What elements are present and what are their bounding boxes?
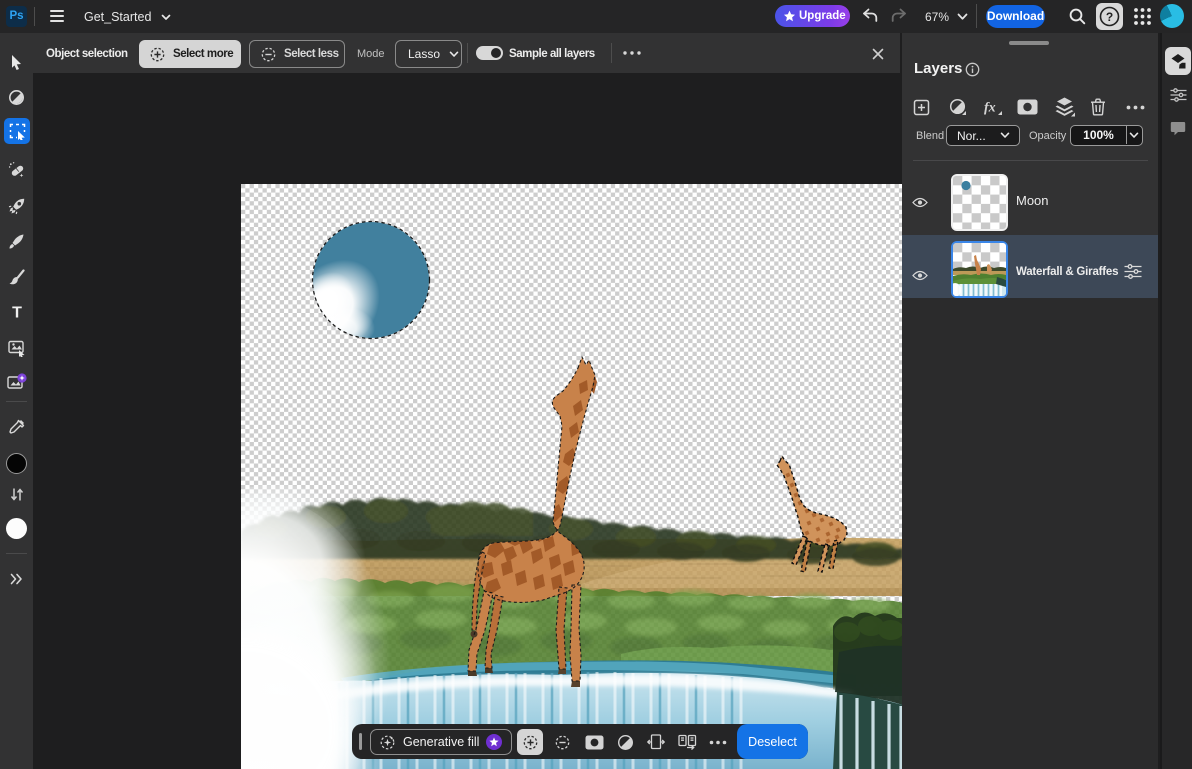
svg-text:T: T [12,305,22,321]
svg-text:?: ? [1106,10,1113,24]
svg-text:fx: fx [984,100,996,115]
